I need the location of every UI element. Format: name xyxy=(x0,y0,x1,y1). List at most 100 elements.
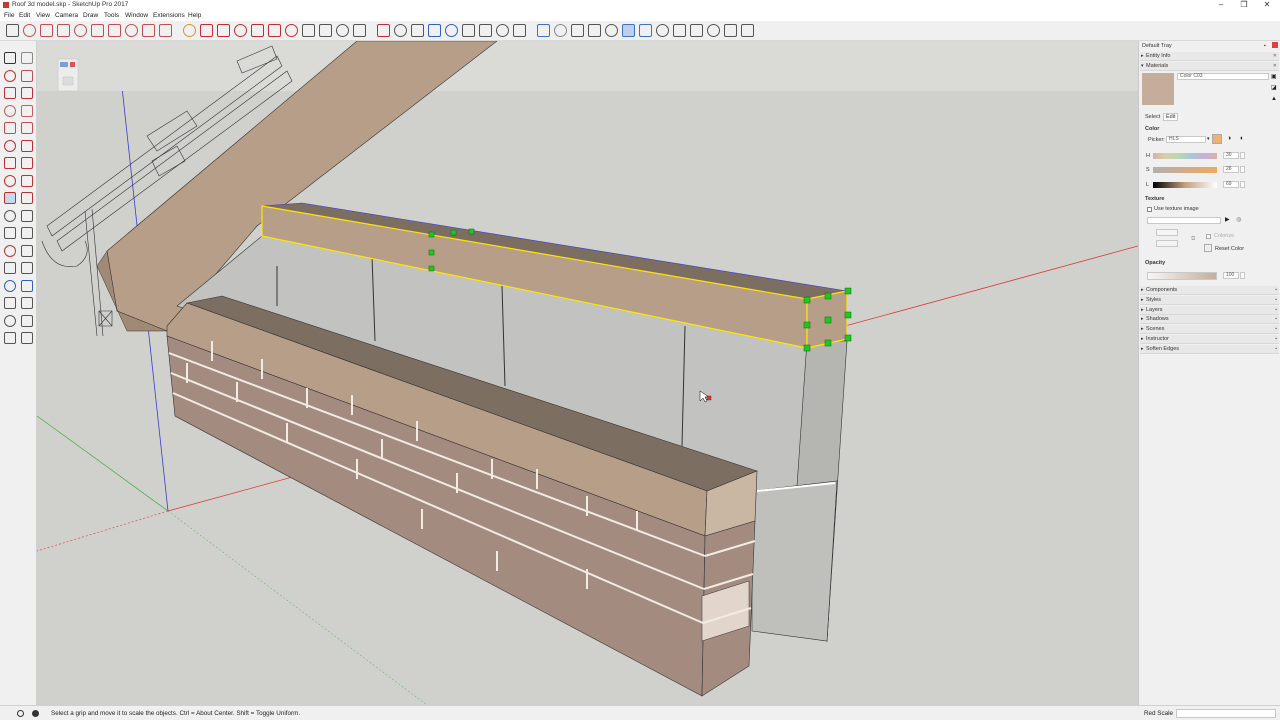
line-icon[interactable] xyxy=(40,24,53,37)
panel-menu-icon[interactable]: ▪ xyxy=(1275,345,1277,354)
arc-icon[interactable] xyxy=(4,139,16,152)
line-icon[interactable] xyxy=(4,87,16,99)
colorize-checkbox[interactable] xyxy=(1206,234,1211,239)
scale-icon[interactable] xyxy=(4,192,16,204)
eraser-icon[interactable] xyxy=(23,24,36,37)
pushpull-icon[interactable] xyxy=(21,157,33,169)
pie-icon[interactable] xyxy=(21,139,33,152)
followme-icon[interactable] xyxy=(251,24,264,37)
dimension-icon[interactable] xyxy=(21,209,33,222)
modeling-viewport[interactable] xyxy=(37,41,1138,705)
rotated-rect-icon[interactable] xyxy=(21,104,33,117)
chain-link-icon[interactable]: ⧉ xyxy=(1191,236,1195,243)
arc-icon[interactable] xyxy=(125,24,138,37)
panel-menu-icon[interactable]: ▪ xyxy=(1275,335,1277,344)
close-panel-icon[interactable]: ✕ xyxy=(1273,62,1277,71)
sample-paint-icon[interactable]: ▲ xyxy=(1271,96,1277,102)
geo-location-icon[interactable] xyxy=(17,710,24,717)
text-icon[interactable] xyxy=(21,227,33,239)
picker-select[interactable]: HLS xyxy=(1166,136,1206,143)
wireframe-icon[interactable] xyxy=(571,24,584,37)
text-icon[interactable] xyxy=(353,24,366,37)
tab-select[interactable]: Select xyxy=(1145,114,1160,120)
menu-extensions[interactable]: Extensions xyxy=(153,12,185,19)
section-plane-icon[interactable] xyxy=(21,332,33,344)
texture-path-field[interactable] xyxy=(1147,217,1221,224)
freehand-icon[interactable] xyxy=(21,87,33,99)
axes-icon[interactable] xyxy=(377,24,390,37)
zoom-window-icon[interactable] xyxy=(21,279,33,292)
move-icon[interactable] xyxy=(4,157,16,169)
match-model-color-icon[interactable]: ◑ xyxy=(1227,135,1231,142)
paint-bucket-icon[interactable] xyxy=(4,69,16,82)
walk-icon[interactable] xyxy=(513,24,526,37)
position-camera-icon[interactable] xyxy=(4,314,16,327)
panel-menu-icon[interactable]: ▪ xyxy=(1275,286,1277,295)
walk-icon[interactable] xyxy=(21,314,33,327)
rectangle-icon[interactable] xyxy=(4,104,16,117)
material-name-field[interactable]: Color C03 xyxy=(1177,73,1269,80)
select-icon[interactable] xyxy=(6,24,19,37)
monochrome-icon[interactable] xyxy=(639,24,652,37)
footprint-icon[interactable] xyxy=(479,24,492,37)
textured-icon[interactable] xyxy=(622,24,635,37)
panel-instructor-header[interactable]: ▸ Instructor ▪ xyxy=(1140,335,1279,344)
shaded-icon[interactable] xyxy=(605,24,618,37)
polygon-icon[interactable] xyxy=(108,24,121,37)
rotate-icon[interactable] xyxy=(4,174,16,187)
menu-edit[interactable]: Edit xyxy=(19,12,30,19)
lightness-field[interactable]: 69 xyxy=(1223,181,1239,188)
pie-icon[interactable] xyxy=(142,24,155,37)
3d-text-icon[interactable] xyxy=(21,244,33,257)
left-view-icon[interactable] xyxy=(741,24,754,37)
close-tray-icon[interactable] xyxy=(1272,42,1278,48)
menu-view[interactable]: View xyxy=(36,12,50,19)
panel-menu-icon[interactable]: ▪ xyxy=(1275,296,1277,305)
protractor-icon[interactable] xyxy=(4,227,16,239)
iso-icon[interactable] xyxy=(656,24,669,37)
minimize-button[interactable]: – xyxy=(1210,0,1232,10)
maximize-button[interactable]: ❐ xyxy=(1233,0,1255,10)
default-material-icon[interactable]: ◪ xyxy=(1271,84,1277,91)
scale-icon[interactable] xyxy=(234,24,247,37)
zoom-window-icon[interactable] xyxy=(445,24,458,37)
freehand-icon[interactable] xyxy=(57,24,70,37)
axes-icon[interactable] xyxy=(4,244,16,257)
saturation-slider[interactable] xyxy=(1153,167,1217,173)
texture-width-field[interactable] xyxy=(1156,229,1178,236)
menu-tools[interactable]: Tools xyxy=(104,12,119,19)
circle-icon[interactable] xyxy=(91,24,104,37)
panel-menu-icon[interactable]: ▪ xyxy=(1275,315,1277,324)
hiddenline-icon[interactable] xyxy=(588,24,601,37)
zoom-extents-icon[interactable] xyxy=(462,24,475,37)
menu-help[interactable]: Help xyxy=(188,12,201,19)
arc3-icon[interactable] xyxy=(159,24,172,37)
panel-layers-header[interactable]: ▸ Layers ▪ xyxy=(1140,305,1279,315)
followme-icon[interactable] xyxy=(21,174,33,187)
opacity-field[interactable]: 100 xyxy=(1223,272,1239,279)
back-view-icon[interactable] xyxy=(724,24,737,37)
match-screen-color-icon[interactable]: ◐ xyxy=(1240,135,1244,142)
texture-height-field[interactable] xyxy=(1156,240,1178,247)
tape-icon[interactable] xyxy=(4,209,16,222)
eraser-icon[interactable] xyxy=(21,69,33,82)
menu-file[interactable]: File xyxy=(4,12,14,19)
edit-texture-icon[interactable]: ◍ xyxy=(1236,216,1241,223)
pan-icon[interactable] xyxy=(411,24,424,37)
move-icon[interactable] xyxy=(200,24,213,37)
lightness-stepper[interactable] xyxy=(1240,181,1245,188)
chevron-down-icon[interactable]: ▾ xyxy=(1207,136,1210,142)
opacity-stepper[interactable] xyxy=(1240,272,1245,279)
browse-texture-icon[interactable]: ▶ xyxy=(1225,216,1230,223)
right-view-icon[interactable] xyxy=(707,24,720,37)
backedges-icon[interactable] xyxy=(554,24,567,37)
tape-icon[interactable] xyxy=(302,24,315,37)
hue-stepper[interactable] xyxy=(1240,152,1245,159)
pushpull-icon[interactable] xyxy=(285,24,298,37)
panel-menu-icon[interactable]: ▪ xyxy=(1275,306,1277,315)
dimension-icon[interactable] xyxy=(319,24,332,37)
tab-edit[interactable]: Edit xyxy=(1163,113,1179,121)
saturation-field[interactable]: 26 xyxy=(1223,166,1239,173)
lookaround-icon[interactable] xyxy=(496,24,509,37)
lightness-slider[interactable] xyxy=(1153,182,1217,188)
